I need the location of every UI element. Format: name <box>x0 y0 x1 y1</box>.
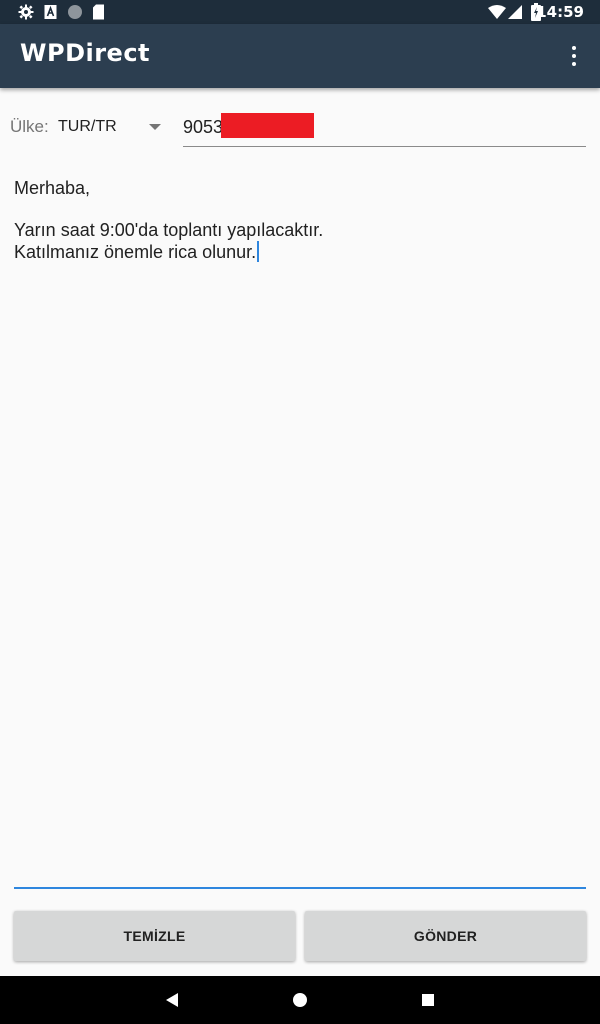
redacted-block <box>221 113 314 138</box>
message-line-last: Katılmanız önemle rica olunur. <box>14 241 260 263</box>
home-icon[interactable] <box>293 993 307 1007</box>
sd-card-icon <box>93 4 104 20</box>
text-cursor <box>257 241 260 262</box>
phone-input[interactable]: 9053 <box>183 108 586 147</box>
dropdown-arrow-icon[interactable] <box>149 124 161 130</box>
wifi-icon <box>488 5 506 19</box>
gear-icon <box>18 4 34 20</box>
circle-icon <box>68 5 82 19</box>
a-icon <box>44 5 57 19</box>
status-bar: 14:59 <box>0 0 600 24</box>
message-line: Merhaba, <box>14 178 91 198</box>
message-line: Yarın saat 9:00'da toplantı yapılacaktır… <box>14 220 324 240</box>
back-icon[interactable] <box>166 993 178 1007</box>
message-line-text: Katılmanız önemle rica olunur. <box>14 242 257 262</box>
status-time: 14:59 <box>536 3 584 21</box>
app-title: WPDirect <box>20 39 151 67</box>
recents-icon[interactable] <box>422 994 434 1006</box>
signal-icon <box>508 5 522 19</box>
phone-value: 9053 <box>183 117 224 137</box>
country-value: TUR/TR <box>58 118 117 135</box>
clear-button[interactable]: TEMİZLE <box>14 911 295 961</box>
navigation-bar <box>0 976 600 1024</box>
more-vert-icon[interactable] <box>562 44 586 68</box>
app-bar: WPDirect <box>0 24 600 88</box>
message-input[interactable]: Merhaba, Yarın saat 9:00'da toplantı yap… <box>14 176 586 889</box>
send-button[interactable]: GÖNDER <box>305 911 586 961</box>
